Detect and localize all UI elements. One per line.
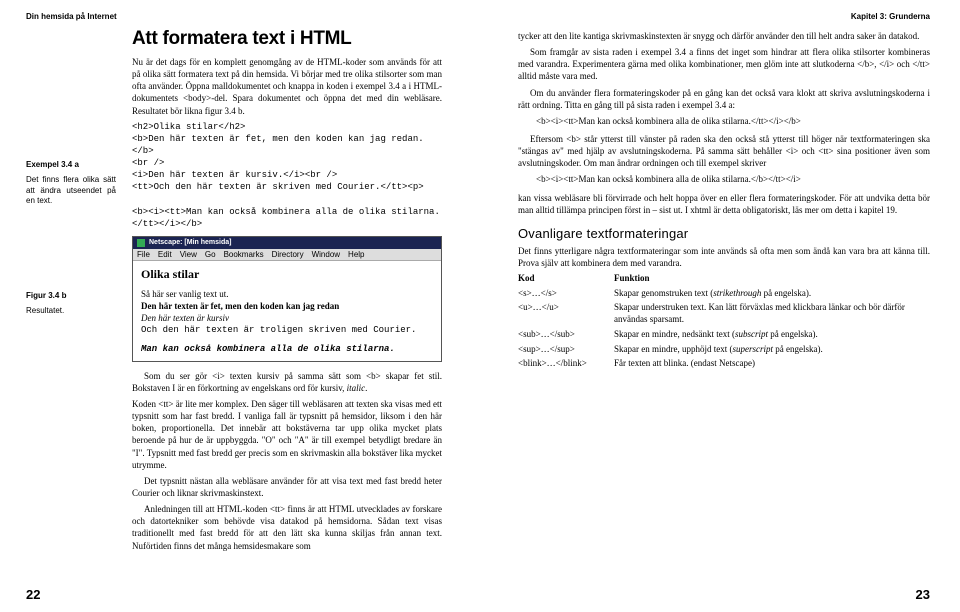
table-cell: Skapar genomstruken text (strikethrough … — [614, 288, 930, 303]
margin-note-title: Exempel 3.4 a — [26, 160, 116, 171]
page-spread: Din hemsida på Internet Exempel 3.4 a De… — [0, 0, 960, 612]
text-run-italic: italic — [347, 383, 366, 393]
rendered-line: Man kan också kombinera alla de olika st… — [141, 343, 433, 355]
table-cell: Får texten att blinka. (endast Netscape) — [614, 358, 930, 373]
table-header-cell: Funktion — [614, 273, 930, 288]
body-text: Det typsnitt nästan alla webläsare använ… — [132, 475, 442, 499]
text-run-italic: subscript — [735, 329, 768, 339]
menu-item[interactable]: Bookmarks — [224, 250, 264, 259]
text-run: Skapar genomstruken text ( — [614, 288, 713, 298]
text-run: . — [365, 383, 367, 393]
table-cell: <s>…</s> — [518, 288, 614, 303]
margin-note-title: Figur 3.4 b — [26, 291, 116, 302]
table-header-cell: Kod — [518, 273, 614, 288]
body-text: Nu är det dags för en komplett genomgång… — [132, 56, 442, 117]
rendered-line: Den här texten är kursiv — [141, 312, 433, 324]
margin-note-body: Det finns flera olika sätt att ändra uts… — [26, 175, 116, 207]
table-cell: <blink>…</blink> — [518, 358, 614, 373]
rendered-line: Den här texten är fet, men den koden kan… — [141, 300, 433, 312]
body-text: Om du använder flera formateringskoder p… — [518, 87, 930, 111]
margin-column: Exempel 3.4 a Det finns flera olika sätt… — [26, 28, 116, 556]
text-run-italic: superscript — [732, 344, 773, 354]
menu-item[interactable]: View — [180, 250, 197, 259]
table-cell: <sub>…</sub> — [518, 329, 614, 344]
inline-quote: <b><i><tt>Man kan också kombinera alla d… — [536, 173, 930, 185]
body-text: Som framgår av sista raden i exempel 3.4… — [518, 46, 930, 82]
body-text: Som du ser gör <i> texten kursiv på samm… — [132, 370, 442, 394]
main-column: tycker att den lite kantiga skrivmaskins… — [518, 28, 930, 373]
text-run-italic: strikethrough — [713, 288, 761, 298]
body-text: Koden <tt> är lite mer komplex. Den säge… — [132, 398, 442, 471]
menu-item[interactable]: Window — [312, 250, 340, 259]
browser-titlebar: Netscape: [Min hemsida] — [133, 237, 441, 249]
table-row: <u>…</u> Skapar understruken text. Kan l… — [518, 302, 930, 328]
menu-item[interactable]: Help — [348, 250, 364, 259]
body-text: kan vissa webläsare bli förvirrade och h… — [518, 192, 930, 216]
page-right: Kapitel 3: Grunderna tycker att den lite… — [480, 0, 960, 612]
browser-window: Netscape: [Min hemsida] File Edit View G… — [132, 236, 442, 362]
margin-note-body: Resultatet. — [26, 306, 116, 317]
text-run: på engelska). — [768, 329, 818, 339]
table-row: <sub>…</sub> Skapar en mindre, nedsänkt … — [518, 329, 930, 344]
app-icon — [137, 239, 145, 247]
table-row: <blink>…</blink> Får texten att blinka. … — [518, 358, 930, 373]
section-heading: Ovanligare textformateringar — [518, 226, 930, 241]
running-head-right: Kapitel 3: Grunderna — [851, 12, 930, 21]
table-header: Kod Funktion — [518, 273, 930, 288]
article-heading: Att formatera text i HTML — [132, 28, 442, 50]
code-table: Kod Funktion <s>…</s> Skapar genomstruke… — [518, 273, 930, 373]
main-column: Att formatera text i HTML Nu är det dags… — [132, 28, 442, 556]
page-number: 23 — [916, 587, 930, 602]
text-run: på engelska). — [761, 288, 811, 298]
table-row: <s>…</s> Skapar genomstruken text (strik… — [518, 288, 930, 303]
menu-item[interactable]: Edit — [158, 250, 172, 259]
text-run: Skapar en mindre, nedsänkt text ( — [614, 329, 735, 339]
table-cell: Skapar en mindre, nedsänkt text (subscri… — [614, 329, 930, 344]
browser-menubar: File Edit View Go Bookmarks Directory Wi… — [133, 249, 441, 261]
body-text: Anledningen till att HTML-koden <tt> fin… — [132, 503, 442, 552]
page-number: 22 — [26, 587, 40, 602]
table-cell: Skapar en mindre, upphöjd text (superscr… — [614, 344, 930, 359]
menu-item[interactable]: Directory — [272, 250, 304, 259]
text-run: Skapar en mindre, upphöjd text ( — [614, 344, 732, 354]
body-text: Det finns ytterligare några textformater… — [518, 245, 930, 269]
page-left: Din hemsida på Internet Exempel 3.4 a De… — [0, 0, 480, 612]
rendered-line: Och den här texten är troligen skriven m… — [141, 324, 433, 336]
running-head-left: Din hemsida på Internet — [26, 12, 117, 21]
code-example: <h2>Olika stilar</h2> <b>Den här texten … — [132, 121, 442, 230]
table-row: <sup>…</sup> Skapar en mindre, upphöjd t… — [518, 344, 930, 359]
text-run: på engelska). — [773, 344, 823, 354]
window-title: Netscape: [Min hemsida] — [149, 239, 231, 246]
browser-viewport: Olika stilar Så här ser vanlig text ut. … — [133, 261, 441, 361]
body-text: tycker att den lite kantiga skrivmaskins… — [518, 30, 930, 42]
table-cell: <sup>…</sup> — [518, 344, 614, 359]
table-cell: Skapar understruken text. Kan lätt förvä… — [614, 302, 930, 328]
menu-item[interactable]: File — [137, 250, 150, 259]
rendered-line: Så här ser vanlig text ut. — [141, 288, 433, 300]
inline-quote: <b><i><tt>Man kan också kombinera alla d… — [536, 115, 930, 127]
body-text: Eftersom <b> står ytterst till vänster p… — [518, 133, 930, 169]
rendered-heading: Olika stilar — [141, 267, 433, 282]
text-run: Som du ser gör <i> texten kursiv på samm… — [132, 371, 442, 393]
menu-item[interactable]: Go — [205, 250, 216, 259]
table-cell: <u>…</u> — [518, 302, 614, 328]
